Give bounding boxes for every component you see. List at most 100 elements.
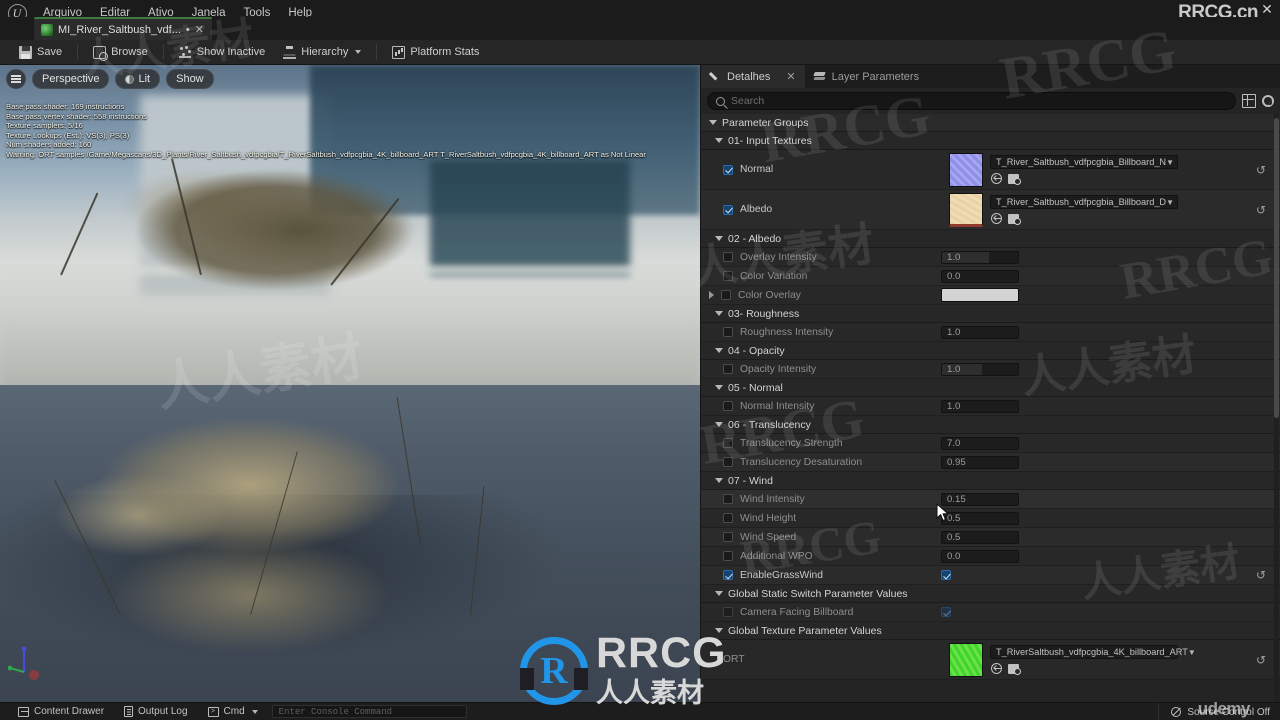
material-preview-viewport[interactable]: Perspective Lit Show Base pass shader: 1… bbox=[0, 65, 700, 702]
search-input[interactable] bbox=[731, 95, 1227, 107]
parameter-override-checkbox[interactable] bbox=[723, 607, 733, 617]
parameter-override-checkbox[interactable] bbox=[723, 551, 733, 561]
parameter-value-input[interactable]: 1.0 bbox=[941, 399, 1019, 413]
parameter-override-checkbox[interactable] bbox=[723, 164, 733, 175]
show-inactive-button[interactable]: Show Inactive bbox=[170, 43, 274, 62]
console-command-input[interactable]: Enter Console Command bbox=[271, 705, 467, 718]
parameter-value-input[interactable]: 0.95 bbox=[941, 455, 1019, 469]
group-header-opacity[interactable]: 04 - Opacity bbox=[701, 342, 1280, 360]
parameter-override-checkbox[interactable] bbox=[723, 204, 733, 215]
use-selected-asset-icon[interactable] bbox=[1008, 213, 1021, 225]
close-tab-icon[interactable]: ✕ bbox=[195, 23, 204, 36]
parameter-value-input[interactable]: 0.5 bbox=[941, 511, 1019, 525]
normal-map-thumbnail[interactable] bbox=[949, 152, 983, 187]
group-header-roughness[interactable]: 03- Roughness bbox=[701, 305, 1280, 323]
grid-view-icon[interactable] bbox=[1242, 94, 1256, 108]
chevron-down-icon[interactable] bbox=[709, 120, 717, 125]
chevron-down-icon[interactable] bbox=[715, 236, 723, 241]
parameter-value-input[interactable]: 0.5 bbox=[941, 530, 1019, 544]
parameter-row-translucency-desaturation[interactable]: Translucency Desaturation 0.95 bbox=[701, 453, 1280, 472]
parameter-row-translucency-strength[interactable]: Translucency Strength 7.0 bbox=[701, 434, 1280, 453]
output-log-button[interactable]: Output Log bbox=[114, 703, 197, 720]
revert-to-default-icon[interactable]: ↺ bbox=[1256, 164, 1266, 176]
group-header-global-static-switch[interactable]: Global Static Switch Parameter Values bbox=[701, 585, 1280, 603]
parameter-row-color-overlay[interactable]: Color Overlay bbox=[701, 286, 1280, 305]
chevron-down-icon[interactable] bbox=[715, 478, 723, 483]
parameter-row-normal[interactable]: Normal T_River_Saltbush_vdfpcgbia_Billbo… bbox=[701, 150, 1280, 190]
chevron-right-icon[interactable] bbox=[709, 291, 714, 299]
parameter-row-additional-wpo[interactable]: Additional WPO 0.0 bbox=[701, 547, 1280, 566]
parameter-override-checkbox[interactable] bbox=[723, 457, 733, 467]
browse-to-asset-icon[interactable] bbox=[991, 173, 1002, 184]
viewport-options-button[interactable] bbox=[6, 69, 26, 89]
group-header-albedo[interactable]: 02 - Albedo bbox=[701, 230, 1280, 248]
parameter-row-normal-intensity[interactable]: Normal Intensity 1.0 bbox=[701, 397, 1280, 416]
parameter-row-opacity-intensity[interactable]: Opacity Intensity 1.0 bbox=[701, 360, 1280, 379]
platform-stats-button[interactable]: Platform Stats bbox=[383, 43, 488, 62]
content-drawer-button[interactable]: Content Drawer bbox=[8, 703, 114, 720]
browse-to-asset-icon[interactable] bbox=[991, 213, 1002, 224]
group-header-global-texture-values[interactable]: Global Texture Parameter Values bbox=[701, 622, 1280, 640]
parameter-value-input[interactable]: 0.0 bbox=[941, 549, 1019, 563]
browse-to-asset-icon[interactable] bbox=[991, 663, 1002, 674]
group-header-wind[interactable]: 07 - Wind bbox=[701, 472, 1280, 490]
asset-picker-normal[interactable]: T_River_Saltbush_vdfpcgbia_Billboard_N ▼ bbox=[990, 155, 1178, 169]
search-box[interactable] bbox=[707, 92, 1236, 110]
use-selected-asset-icon[interactable] bbox=[1008, 173, 1021, 185]
parameter-override-checkbox[interactable] bbox=[723, 494, 733, 504]
window-close-icon[interactable]: ✕ bbox=[1260, 2, 1274, 17]
source-control-status[interactable]: Source Control Off bbox=[1158, 703, 1280, 720]
viewport-lit-button[interactable]: Lit bbox=[115, 69, 161, 89]
chevron-down-icon[interactable] bbox=[715, 311, 723, 316]
color-swatch[interactable] bbox=[941, 288, 1019, 302]
hierarchy-button[interactable]: Hierarchy bbox=[274, 43, 370, 62]
tab-layer-parameters[interactable]: Layer Parameters bbox=[804, 65, 929, 88]
parameter-override-checkbox[interactable] bbox=[723, 364, 733, 374]
parameter-override-checkbox[interactable] bbox=[723, 327, 733, 337]
parameter-override-checkbox[interactable] bbox=[723, 401, 733, 411]
asset-tab-material-instance[interactable]: MI_River_Saltbush_vdf... • ✕ bbox=[34, 17, 212, 40]
parameter-row-color-variation[interactable]: Color Variation 0.0 bbox=[701, 267, 1280, 286]
parameter-value-input[interactable]: 0.15 bbox=[941, 492, 1019, 506]
parameter-row-camera-facing-billboard[interactable]: Camera Facing Billboard bbox=[701, 603, 1280, 622]
revert-to-default-icon[interactable]: ↺ bbox=[1256, 204, 1266, 216]
parameter-value-input[interactable]: 1.0 bbox=[941, 250, 1019, 264]
group-header-normal[interactable]: 05 - Normal bbox=[701, 379, 1280, 397]
chevron-down-icon[interactable] bbox=[715, 628, 723, 633]
tab-detalhes[interactable]: Detalhes ✕ bbox=[701, 65, 805, 88]
parameter-override-checkbox[interactable] bbox=[723, 532, 733, 542]
parameter-row-roughness-intensity[interactable]: Roughness Intensity 1.0 bbox=[701, 323, 1280, 342]
revert-to-default-icon[interactable]: ↺ bbox=[1256, 569, 1266, 581]
parameter-row-wind-speed[interactable]: Wind Speed 0.5 bbox=[701, 528, 1280, 547]
parameter-override-checkbox[interactable] bbox=[723, 513, 733, 523]
parameter-value-input[interactable]: 7.0 bbox=[941, 436, 1019, 450]
use-selected-asset-icon[interactable] bbox=[1008, 663, 1021, 675]
parameter-override-checkbox[interactable] bbox=[723, 570, 733, 580]
albedo-map-thumbnail[interactable] bbox=[949, 192, 983, 227]
revert-to-default-icon[interactable]: ↺ bbox=[1256, 654, 1266, 666]
viewport-show-button[interactable]: Show bbox=[166, 69, 214, 89]
browse-button[interactable]: Browse bbox=[84, 43, 157, 62]
cmd-button[interactable]: > Cmd bbox=[198, 703, 268, 720]
parameter-override-checkbox[interactable] bbox=[723, 438, 733, 448]
viewport-perspective-button[interactable]: Perspective bbox=[32, 69, 110, 89]
parameter-row-enable-grass-wind[interactable]: EnableGrassWind ↺ bbox=[701, 566, 1280, 585]
parameter-row-wind-height[interactable]: Wind Height 0.5 bbox=[701, 509, 1280, 528]
asset-picker-albedo[interactable]: T_River_Saltbush_vdfpcgbia_Billboard_D ▼ bbox=[990, 195, 1178, 209]
parameter-row-wind-intensity[interactable]: Wind Intensity 0.15 bbox=[701, 490, 1280, 509]
chevron-down-icon[interactable] bbox=[715, 348, 723, 353]
group-header-input-textures[interactable]: 01- Input Textures bbox=[701, 132, 1280, 150]
parameter-bool-checkbox[interactable] bbox=[941, 570, 951, 580]
parameter-value-input[interactable]: 1.0 bbox=[941, 362, 1019, 376]
parameter-override-checkbox[interactable] bbox=[721, 290, 731, 300]
parameter-row-albedo[interactable]: Albedo T_River_Saltbush_vdfpcgbia_Billbo… bbox=[701, 190, 1280, 230]
parameter-row-ort[interactable]: ORT T_RiverSaltbush_vdfpcgbia_4K_billboa… bbox=[701, 640, 1280, 680]
chevron-down-icon[interactable] bbox=[715, 591, 723, 596]
parameter-override-checkbox[interactable] bbox=[723, 271, 733, 281]
group-header-translucency[interactable]: 06 - Translucency bbox=[701, 416, 1280, 434]
chevron-down-icon[interactable] bbox=[715, 385, 723, 390]
close-details-tab-icon[interactable]: ✕ bbox=[786, 70, 795, 83]
parameter-row-overlay-intensity[interactable]: Overlay Intensity 1.0 bbox=[701, 248, 1280, 267]
parameter-override-checkbox[interactable] bbox=[723, 252, 733, 262]
save-button[interactable]: Save bbox=[10, 43, 71, 62]
